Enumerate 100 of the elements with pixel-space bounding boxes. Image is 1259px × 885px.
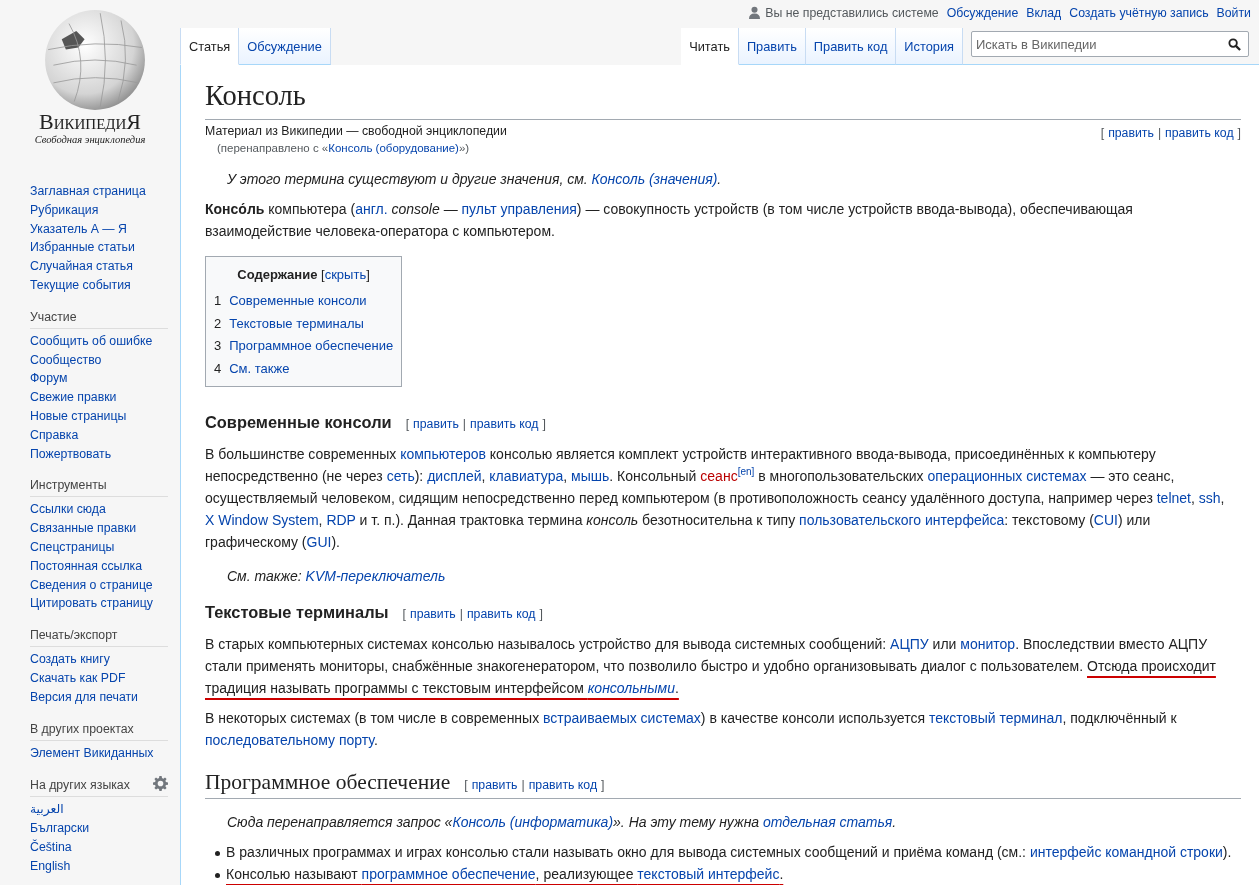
sidebar-link[interactable]: Ссылки сюда [30,500,168,520]
link[interactable]: программное обеспечение [361,866,536,882]
link[interactable]: интерфейс командной строки [1029,844,1223,860]
sidebar-link[interactable]: Пожертвовать [30,444,168,464]
bracket: [ [402,606,406,623]
link[interactable]: X Window System [205,512,319,528]
sidebar-link[interactable]: Элемент Викиданных [30,743,168,763]
bracket: ] [1237,125,1241,142]
sidebar-link[interactable]: Свежие правки [30,388,168,407]
toc-link[interactable]: Программное обеспечение [229,338,394,353]
link[interactable]: Консоль (информатика) [452,814,614,830]
sidebar-link[interactable]: Постоянная ссылка [30,556,168,576]
link[interactable]: англ. [355,201,388,217]
language-link[interactable]: [en] [737,466,755,478]
edit-source-link[interactable]: править код [466,603,536,625]
sidebar-link[interactable]: Новые страницы [30,406,168,426]
tab[interactable]: Править [738,28,806,65]
toc-title: Содержание [237,267,318,282]
section-heading: Текстовые терминалы [205,602,389,623]
sidebar-link[interactable]: English [30,856,168,876]
sidebar-link[interactable]: Указатель А — Я [30,219,168,239]
sidebar-link[interactable]: Сведения о странице [30,575,168,595]
section-heading: Современные консоли [205,412,392,433]
sidebar-link[interactable]: Čeština [30,837,168,857]
tab[interactable]: Читать [681,28,739,65]
link[interactable]: последовательному порту [205,732,374,748]
toc-link[interactable]: См. также [229,360,290,376]
link[interactable]: отдельная статья [763,814,893,830]
edit-link[interactable]: править [1108,122,1154,144]
personal-link[interactable]: Обсуждение [946,5,1019,20]
edit-link[interactable]: править [471,774,518,796]
redirect-note: (перенаправлено с «Консоль (оборудование)») [216,141,471,156]
settings-icon[interactable] [153,776,168,792]
link[interactable]: АЦПУ [890,636,929,652]
sidebar-link[interactable]: Текущие события [30,276,168,295]
link[interactable]: консольными [587,680,675,696]
search-field[interactable]: Искать в Википедии [971,31,1249,57]
separator: | [1157,125,1162,142]
link[interactable]: CUI [1093,512,1118,528]
link[interactable]: встраиваемых системах [543,710,701,726]
sidebar-link[interactable]: Цитировать страницу [30,594,168,614]
link[interactable]: сеть [386,468,415,484]
link[interactable]: ssh [1198,490,1221,506]
globe-logo-icon[interactable] [43,8,147,112]
sidebar-link[interactable]: Создать книгу [30,650,168,669]
sidebar-link[interactable]: Связанные правки [30,519,168,538]
bracket: ] [601,777,605,794]
tab[interactable]: Статья [180,28,240,65]
edit-link[interactable]: править [413,413,459,435]
sidebar-link[interactable]: Сообщить об ошибке [30,331,168,351]
bullet-icon [215,851,220,856]
sidebar-link[interactable]: Български [30,819,168,838]
sidebar-link[interactable]: Заглавная страница [30,182,168,201]
link[interactable]: RDP [326,512,356,528]
link[interactable]: Консоль (оборудование) [328,142,459,154]
list-item: В различных программах и играх консолью стали называть окно для вывода системных сообщений и приёма команд (см.: интерфейс командной строки). [226,843,1232,862]
personal-link[interactable]: Создать учётную запись [1069,5,1209,20]
sidebar-link[interactable]: Форум [30,369,168,389]
section-heading: Программное обеспечение [205,769,451,796]
search-icon[interactable] [1228,38,1241,51]
sidebar-link[interactable]: Спецстраницы [30,537,168,557]
sidebar-link[interactable]: Справка [30,425,168,445]
sidebar-link[interactable]: Скачать как PDF [30,668,168,688]
sidebar-link[interactable]: Случайная статья [30,257,168,276]
link[interactable]: дисплей [427,468,482,484]
tagline: Свободная энциклопедия [34,134,146,146]
link[interactable]: Консоль (значения) [591,171,718,187]
bracket: ] [542,416,546,433]
edit-source-link[interactable]: править код [1165,122,1234,144]
toc-link[interactable]: Современные консоли [229,293,367,308]
edit-source-link[interactable]: править код [528,774,598,796]
link[interactable]: GUI [306,534,332,550]
sidebar-link[interactable]: Сообщество [30,350,168,370]
sidebar-link[interactable]: Версия для печати [30,687,168,707]
user-icon [749,6,761,20]
link[interactable]: операционных системах [927,468,1087,484]
sidebar-link[interactable]: Избранные статьи [30,238,168,258]
tab[interactable]: Обсуждение [239,28,331,65]
edit-link[interactable]: править [409,603,456,625]
personal-link[interactable]: Войти [1216,5,1251,20]
site-tagline: Материал из Википедии — свободной энциклопедии [205,123,507,140]
page-title: Консоль [205,77,1241,120]
paragraph: В большинстве современных компьютеров консолью является комплект устройств интерактивного ввода-вывода, присоединённых к компьютеру непосредственно (не через сеть): дисплей, клавиатура, мышь. Консольный сеанс$^{[en]}$ в многопользовательских операционных системах — это сеанс, осуществляемый человеком, сидящим непосредственно перед компьютером (в противоположность сеансу удалённого доступа, например через telnet, ssh, X Window System, RDP и т. п.). Данная трактовка термина консоль безотносительна к типу пользовательского интерфейса: текстовому (CUI) или графическому (GUI). [205,445,1226,552]
tab[interactable]: История [896,28,963,65]
link[interactable]: пульт управления [461,201,577,217]
edit-source-link[interactable]: править код [470,413,539,435]
personal-link[interactable]: Вклад [1026,5,1062,20]
hatnote: Сюда перенаправляется запрос «Консоль (информатика)». На эту тему нужна отдельная статья. [226,813,898,832]
sidebar-link[interactable]: العربية [30,800,168,820]
separator: | [521,777,525,794]
toc-number: 3 [214,338,222,353]
link[interactable]: компьютеров [400,446,486,462]
toc-number: 1 [214,293,222,308]
sidebar-link[interactable]: Рубрикация [30,200,168,220]
link[interactable]: сеанс [700,468,738,484]
paragraph: В некоторых системах (в том числе в современных встраиваемых системах) в качестве консоли используется текстовый терминал, подключённый к последовательному порту. [205,709,1178,750]
link[interactable]: telnet [1156,490,1191,506]
tab[interactable]: Править код [805,28,897,65]
link[interactable]: KVM-переключатель [305,568,446,584]
toc-link[interactable]: Текстовые терминалы [229,315,364,331]
